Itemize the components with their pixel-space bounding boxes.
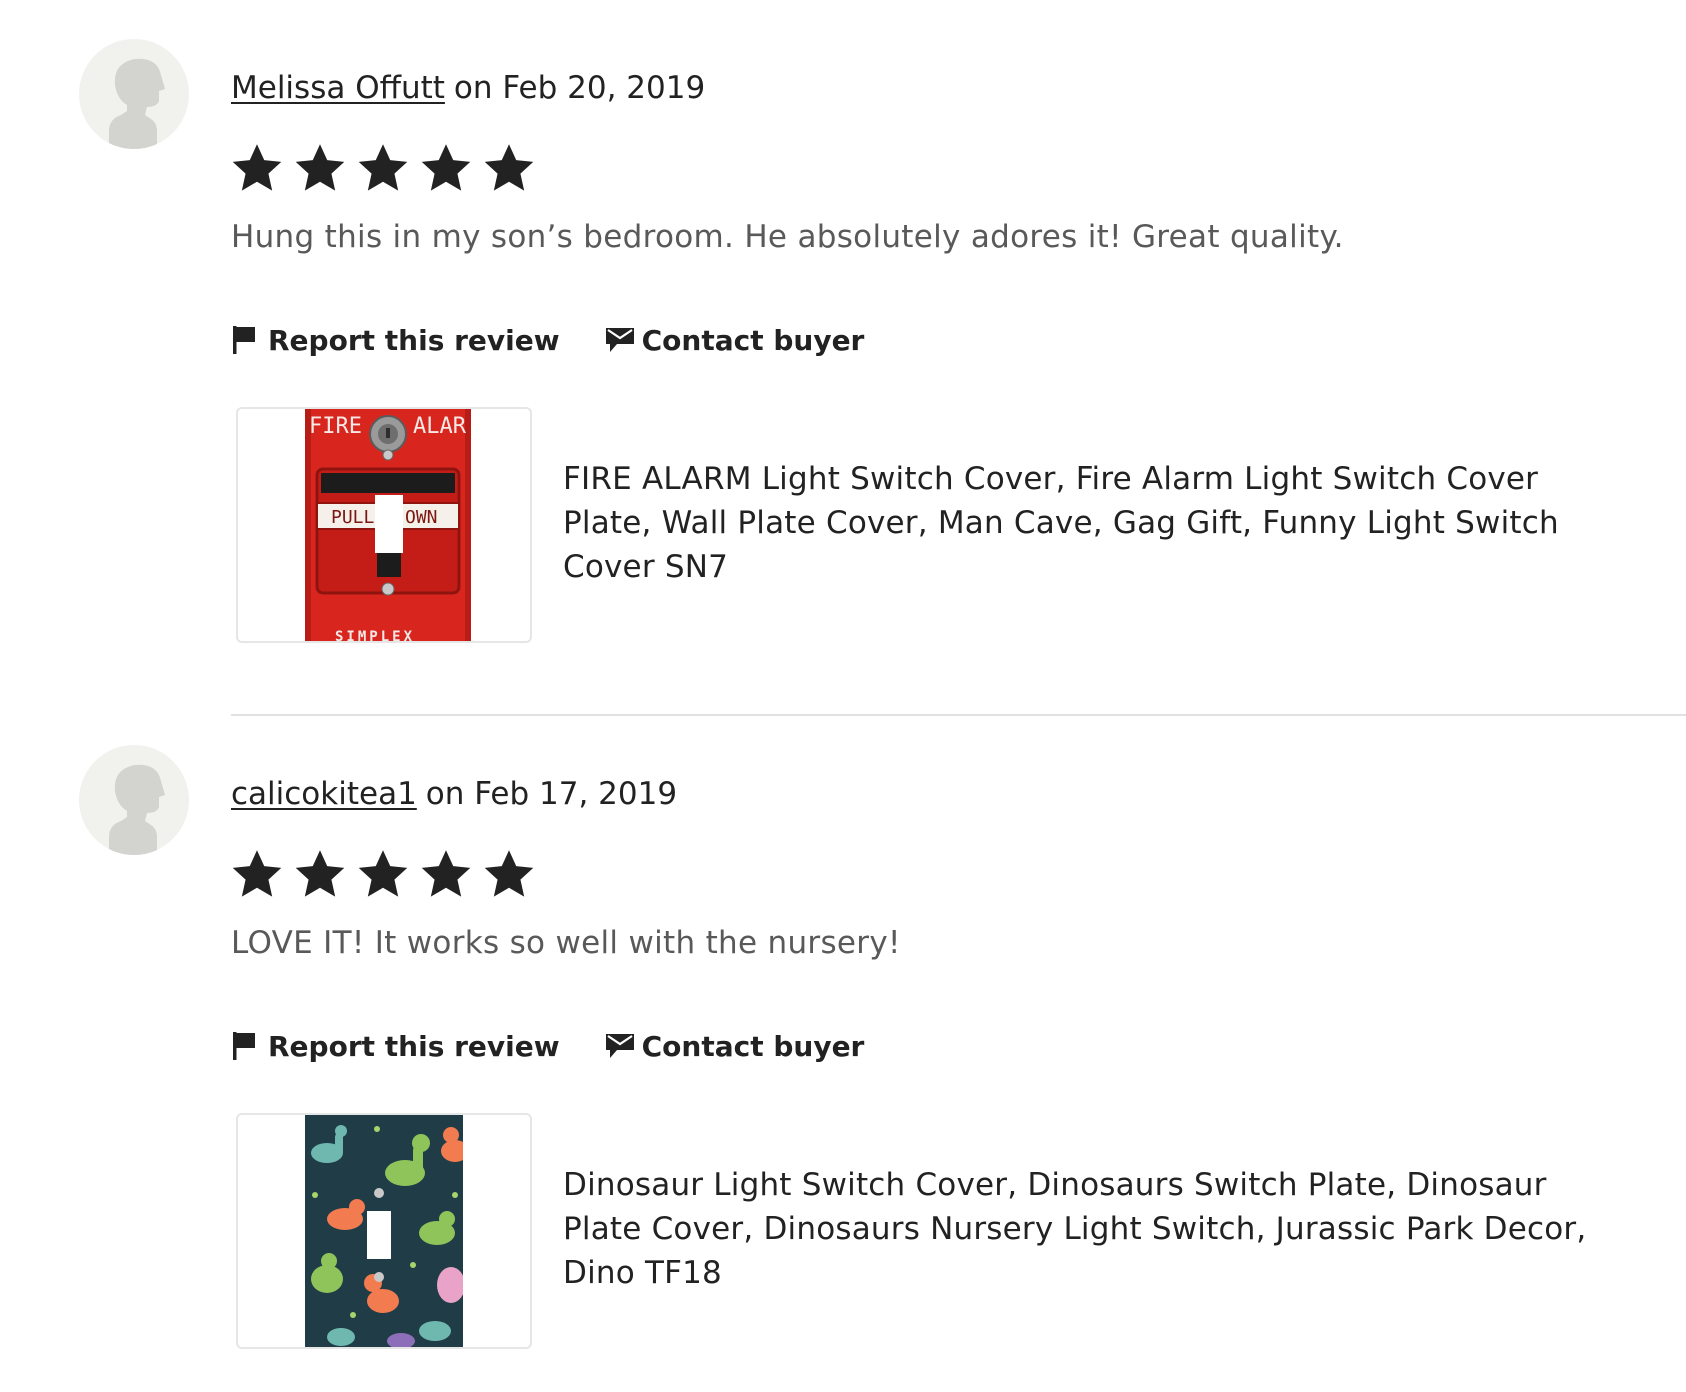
report-review-button[interactable]: Report this review (231, 323, 560, 357)
person-silhouette-icon (109, 764, 165, 855)
star-rating (229, 846, 544, 902)
star-filled-icon (355, 846, 411, 902)
listing-thumbnail[interactable]: FIRE ALAR PULL OWN SIMPLEX (236, 407, 532, 643)
dinosaur-pattern-image (305, 1115, 463, 1347)
review-text: Hung this in my son’s bedroom. He absolu… (231, 219, 1344, 255)
author-link[interactable]: Melissa Offutt (231, 70, 445, 106)
listing-title-link[interactable]: FIRE ALARM Light Switch Cover, Fire Alar… (563, 457, 1613, 589)
report-review-label: Report this review (268, 1029, 560, 1063)
report-review-button[interactable]: Report this review (231, 1029, 560, 1063)
star-filled-icon (292, 846, 348, 902)
review-date: Feb 17, 2019 (474, 776, 678, 812)
star-filled-icon (418, 140, 474, 196)
contact-buyer-button[interactable]: Contact buyer (605, 323, 865, 357)
flag-icon (231, 1029, 265, 1063)
envelope-icon (605, 1029, 639, 1063)
thumb-pull-text: PULL (331, 507, 375, 528)
thumb-fire-text: FIRE (309, 414, 362, 439)
contact-buyer-button[interactable]: Contact buyer (605, 1029, 865, 1063)
person-silhouette-icon (109, 58, 165, 149)
star-filled-icon (292, 140, 348, 196)
review-byline: Melissa Offutt on Feb 20, 2019 (231, 66, 705, 110)
star-filled-icon (418, 846, 474, 902)
avatar[interactable] (79, 39, 189, 149)
fire-alarm-image: FIRE ALAR PULL OWN SIMPLEX (305, 409, 471, 641)
purchased-listing: Dinosaur Light Switch Cover, Dinosaurs S… (231, 1113, 1631, 1349)
review-text: LOVE IT! It works so well with the nurse… (231, 925, 901, 961)
thumb-alarm-text: ALAR (413, 414, 467, 439)
star-rating (229, 140, 544, 196)
thumb-down-text: OWN (405, 507, 438, 528)
date-prefix: on (453, 70, 493, 106)
star-filled-icon (229, 140, 285, 196)
author-link[interactable]: calicokitea1 (231, 776, 417, 812)
report-review-label: Report this review (268, 323, 560, 357)
review-actions: Report this review Contact buyer (231, 316, 864, 364)
star-filled-icon (481, 846, 537, 902)
review-byline: calicokitea1 on Feb 17, 2019 (231, 772, 677, 816)
avatar[interactable] (79, 745, 189, 855)
flag-icon (231, 323, 265, 357)
contact-buyer-label: Contact buyer (641, 1029, 865, 1063)
date-prefix: on (425, 776, 465, 812)
contact-buyer-label: Contact buyer (641, 323, 865, 357)
star-filled-icon (481, 140, 537, 196)
star-filled-icon (229, 846, 285, 902)
thumb-brand-text: SIMPLEX (335, 629, 415, 641)
review-date: Feb 20, 2019 (502, 70, 706, 106)
listing-thumbnail[interactable] (236, 1113, 532, 1349)
star-filled-icon (355, 140, 411, 196)
listing-title-link[interactable]: Dinosaur Light Switch Cover, Dinosaurs S… (563, 1163, 1613, 1295)
review-actions: Report this review Contact buyer (231, 1022, 864, 1070)
review-divider (231, 714, 1686, 716)
purchased-listing: FIRE ALAR PULL OWN SIMPLEX FIRE ALARM Li… (231, 407, 1631, 643)
envelope-icon (605, 323, 639, 357)
